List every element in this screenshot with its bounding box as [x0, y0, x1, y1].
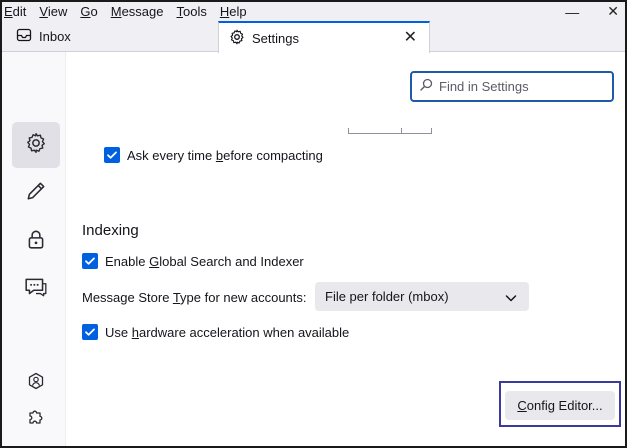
menu-go[interactable]: Go — [80, 4, 97, 19]
chat-icon — [24, 276, 48, 303]
tab-close-button[interactable]: ✕ — [404, 30, 417, 46]
gear-icon — [229, 29, 252, 48]
window-close-button[interactable]: ✕ — [607, 3, 619, 20]
config-editor-label-accel: C — [517, 398, 527, 413]
sidebar-item-general[interactable] — [12, 122, 60, 168]
global-search-label-pre: Enable — [105, 253, 150, 269]
compact-ask-checkbox[interactable] — [104, 147, 120, 163]
tab-settings[interactable]: Settings ✕ — [218, 21, 430, 53]
chevron-down-icon — [505, 291, 517, 306]
puzzle-icon — [27, 407, 45, 430]
compact-ask-label-accel: b — [215, 147, 224, 163]
checkmark-icon — [107, 151, 117, 159]
global-search-label-post: lobal Search and Indexer — [159, 253, 304, 269]
compact-ask-row[interactable]: Ask every time before compacting — [104, 147, 323, 163]
menu-help-accel: H — [219, 4, 230, 19]
inbox-icon — [16, 27, 39, 46]
menu-message-accel: M — [110, 4, 122, 19]
search-icon — [420, 78, 433, 96]
hardware-accel-label: Use hardware acceleration when available — [105, 325, 349, 340]
store-type-label: Message Store Type for new accounts: — [82, 290, 307, 305]
menu-view-accel: V — [39, 4, 48, 19]
menu-help-label: elp — [229, 4, 247, 19]
global-search-label: Enable Global Search and Indexer — [105, 254, 304, 269]
tab-bar: Inbox Settings ✕ — [2, 21, 625, 53]
menu-bar: Edit View Go Message Tools Help — ✕ — [2, 2, 625, 21]
pencil-icon — [25, 180, 47, 207]
sidebar-account-settings[interactable] — [22, 369, 50, 397]
menu-message-label: essage — [121, 4, 164, 19]
menu-edit-label: dit — [12, 4, 27, 19]
checkmark-icon — [85, 257, 95, 265]
checkmark-icon — [85, 328, 95, 336]
search-box[interactable] — [410, 71, 614, 102]
menu-tools-label: ools — [182, 4, 207, 19]
hardware-accel-label-accel: h — [131, 324, 139, 340]
tab-inbox-label: Inbox — [39, 29, 71, 44]
menu-view-label: iew — [47, 4, 68, 19]
account-icon — [27, 372, 45, 395]
scrolled-partial-field — [348, 128, 432, 134]
global-search-checkbox[interactable] — [82, 253, 98, 269]
hardware-accel-label-post: ardware acceleration when available — [138, 324, 350, 340]
sidebar-item-composition[interactable] — [12, 170, 60, 216]
store-type-label-pre: Message Store — [82, 290, 173, 305]
compact-ask-label-post: efore compacting — [223, 147, 323, 163]
lock-icon — [25, 228, 47, 255]
global-search-label-accel: G — [149, 253, 160, 269]
menu-go-accel: G — [80, 4, 91, 19]
tab-settings-label: Settings — [252, 30, 299, 46]
sidebar-item-privacy[interactable] — [12, 218, 60, 264]
sidebar-addons[interactable] — [22, 404, 50, 432]
store-type-value: File per folder (mbox) — [325, 289, 449, 304]
config-editor-label-post: onfig Editor... — [526, 398, 603, 413]
config-editor-button[interactable]: Config Editor... — [505, 391, 615, 420]
gear-icon — [25, 132, 47, 159]
hardware-accel-row[interactable]: Use hardware acceleration when available — [82, 324, 349, 340]
search-input[interactable] — [439, 79, 609, 94]
store-type-select[interactable]: File per folder (mbox) — [315, 282, 529, 311]
config-editor-highlight: Config Editor... — [499, 381, 621, 427]
window-controls: — ✕ — [565, 2, 619, 21]
menu-help[interactable]: Help — [220, 4, 247, 19]
hardware-accel-label-pre: Use — [105, 324, 132, 340]
settings-content: Ask every time before compacting Indexin… — [67, 52, 625, 446]
hardware-accel-checkbox[interactable] — [82, 324, 98, 340]
global-search-row[interactable]: Enable Global Search and Indexer — [82, 253, 304, 269]
minimize-button[interactable]: — — [565, 4, 579, 20]
menu-message[interactable]: Message — [111, 4, 164, 19]
store-type-label-accel: T — [172, 290, 181, 305]
app-window: Edit View Go Message Tools Help — ✕ Inbo… — [0, 0, 627, 448]
store-type-label-post: ype for new accounts: — [180, 290, 307, 305]
menu-go-label: o — [90, 4, 98, 19]
compact-ask-label: Ask every time before compacting — [127, 148, 323, 163]
settings-sidebar — [2, 52, 66, 446]
indexing-heading: Indexing — [82, 222, 139, 239]
menu-edit[interactable]: Edit — [4, 4, 26, 19]
sidebar-item-chat[interactable] — [12, 266, 60, 312]
compact-ask-label-pre: Ask every time — [127, 147, 216, 163]
menu-edit-accel: E — [4, 4, 13, 19]
menu-tools[interactable]: Tools — [176, 4, 206, 19]
menu-view[interactable]: View — [39, 4, 67, 19]
tab-inbox[interactable]: Inbox — [16, 21, 216, 52]
